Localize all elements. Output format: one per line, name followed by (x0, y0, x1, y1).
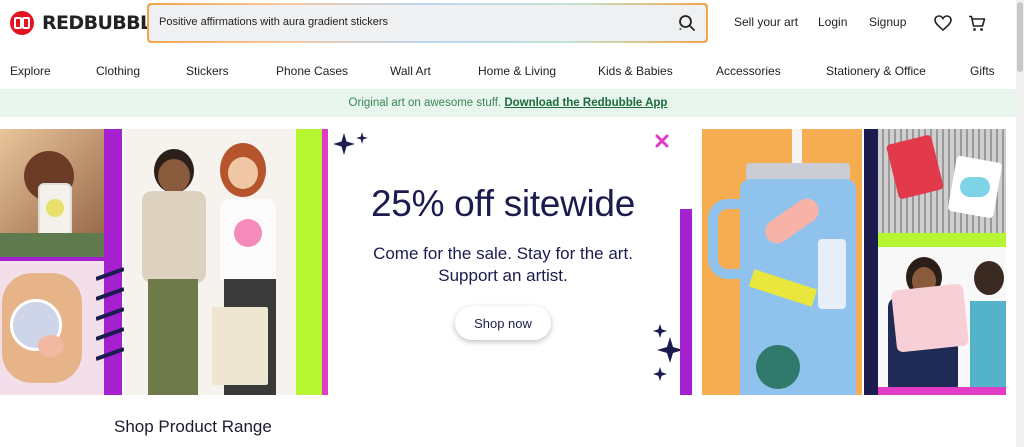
search-button[interactable] (676, 12, 698, 34)
sell-your-art-link[interactable]: Sell your art (734, 15, 798, 29)
hero-image-mugs (878, 129, 1006, 241)
hero-title: 25% off sitewide (371, 183, 635, 224)
logo-text: REDBUBBLE (42, 12, 165, 34)
signup-link[interactable]: Signup (869, 15, 906, 29)
category-accessories[interactable]: Accessories (716, 64, 781, 78)
hero-subtitle: Come for the sale. Stay for the art. Sup… (330, 243, 676, 287)
redbubble-logo-icon (10, 11, 34, 35)
login-link[interactable]: Login (818, 15, 847, 29)
redbubble-logo[interactable]: REDBUBBLE (10, 11, 165, 35)
site-header: REDBUBBLE Positive affirmations with aur… (0, 0, 1016, 48)
search-bar[interactable]: Positive affirmations with aura gradient… (147, 3, 708, 43)
close-icon (655, 134, 669, 148)
category-gifts[interactable]: Gifts (970, 64, 995, 78)
download-app-link[interactable]: Download the Redbubble App (504, 97, 667, 109)
category-explore[interactable]: Explore (10, 64, 51, 78)
category-wall-art[interactable]: Wall Art (390, 64, 431, 78)
cart-button[interactable] (967, 13, 987, 33)
category-phone-cases[interactable]: Phone Cases (276, 64, 348, 78)
search-icon (679, 15, 695, 31)
hero-subtitle-line-2: Support an artist. (438, 266, 568, 285)
shop-now-button[interactable]: Shop now (455, 306, 551, 340)
search-input[interactable]: Positive affirmations with aura gradient… (159, 16, 388, 28)
shop-product-range-heading: Shop Product Range (114, 417, 272, 436)
category-clothing[interactable]: Clothing (96, 64, 140, 78)
promo-banner: Original art on awesome stuff. Download … (0, 89, 1016, 117)
hero-subtitle-line-1: Come for the sale. Stay for the art. (373, 244, 633, 263)
heart-icon (934, 15, 952, 31)
sparkle-icon (333, 132, 368, 155)
hero-image-tumbler (702, 129, 862, 395)
promo-text: Original art on awesome stuff. (348, 97, 502, 109)
hero-banner[interactable]: 25% off sitewide Come for the sale. Stay… (0, 129, 1006, 395)
category-home-living[interactable]: Home & Living (478, 64, 556, 78)
category-kids-babies[interactable]: Kids & Babies (598, 64, 673, 78)
hero-image-models (124, 129, 296, 395)
hero-image-pillows (878, 247, 1006, 395)
cart-icon (969, 15, 986, 31)
category-stickers[interactable]: Stickers (186, 64, 229, 78)
page-scrollbar[interactable] (1016, 0, 1024, 447)
scrollbar-thumb[interactable] (1017, 2, 1023, 72)
hero-stripe-pattern (96, 267, 124, 361)
hero-lime-stripe (296, 129, 322, 395)
category-stationery-office[interactable]: Stationery & Office (826, 64, 926, 78)
wishlist-button[interactable] (933, 13, 953, 33)
category-nav: Explore Clothing Stickers Phone Cases Wa… (0, 58, 1016, 84)
